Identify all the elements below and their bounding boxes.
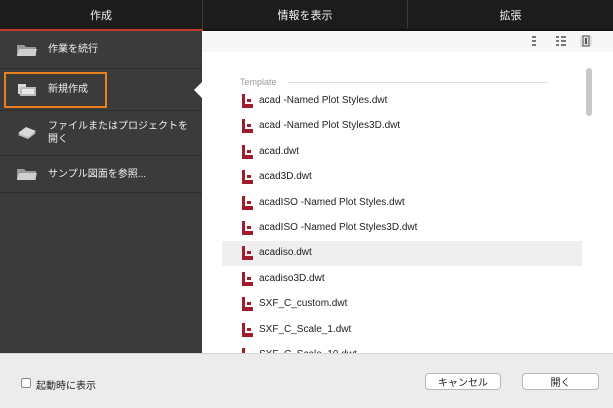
footer-bar: 起動時に表示 キャンセル 開く	[0, 353, 613, 408]
file-name: acadISO -Named Plot Styles.dwt	[259, 196, 405, 208]
section-label-template: Template	[240, 77, 277, 87]
dwt-file-icon	[242, 144, 253, 159]
file-row[interactable]: acadiso3D.dwt	[222, 267, 582, 292]
template-list-panel: Template acad -Named Plot Styles.dwt acad…	[202, 31, 613, 353]
file-row[interactable]: acadISO -Named Plot Styles.dwt	[222, 191, 582, 216]
sidebar-item-open[interactable]: ファイルまたはプロジェクトを開く	[0, 111, 202, 156]
dwt-file-icon	[242, 170, 253, 185]
sidebar-item-continue[interactable]: 作業を続行	[0, 31, 202, 69]
file-name: acadiso.dwt	[259, 247, 312, 259]
view-toolbar	[202, 31, 613, 52]
file-row[interactable]: acadiso.dwt	[222, 241, 582, 267]
cancel-button-label: キャンセル	[438, 378, 488, 389]
cancel-button[interactable]: キャンセル	[425, 373, 501, 390]
tab-extend[interactable]: 拡張	[408, 0, 613, 29]
dwt-file-icon	[242, 195, 253, 210]
file-row[interactable]: acad3D.dwt	[222, 165, 582, 190]
show-on-startup-checkbox[interactable]	[21, 378, 31, 388]
file-row[interactable]: SXF_C_custom.dwt	[222, 292, 582, 317]
scrollbar[interactable]	[586, 68, 592, 116]
sidebar-item-label: 新規作成	[48, 84, 88, 95]
file-name: acad -Named Plot Styles3D.dwt	[259, 120, 401, 132]
tab-info[interactable]: 情報を表示	[203, 0, 408, 29]
dwt-file-icon	[242, 119, 253, 134]
dwt-file-icon	[242, 94, 253, 108]
file-name: acad.dwt	[259, 145, 300, 157]
file-row[interactable]: acad -Named Plot Styles3D.dwt	[222, 114, 582, 139]
file-row[interactable]: acadISO -Named Plot Styles3D.dwt	[222, 216, 582, 241]
dwt-file-icon	[242, 246, 253, 261]
file-name: SXF_C_Scale_1.dwt	[259, 323, 352, 335]
open-button-label: 開く	[550, 378, 571, 389]
folder-icon	[17, 169, 37, 180]
file-row[interactable]: acad.dwt	[222, 140, 582, 165]
grid-view-icon[interactable]	[528, 35, 540, 47]
open-button[interactable]: 開く	[522, 373, 599, 390]
file-name: SXF_C_custom.dwt	[259, 298, 348, 310]
file-name: acadiso3D.dwt	[259, 272, 325, 284]
detail-view-icon[interactable]	[580, 35, 592, 47]
dwt-file-icon	[242, 271, 253, 286]
tab-create-label: 作成	[90, 9, 112, 22]
dwt-file-icon	[242, 322, 253, 337]
show-on-startup-label: 起動時に表示	[36, 381, 96, 392]
tab-info-label: 情報を表示	[277, 9, 333, 22]
open-files-icon	[18, 127, 36, 139]
sidebar-item-samples[interactable]: サンプル図面を参照...	[0, 156, 202, 193]
list-view-icon[interactable]	[555, 35, 567, 47]
top-tab-bar: 作成 情報を表示 拡張	[0, 0, 613, 31]
sidebar: 作業を続行 新規作成 ファイルまたはプロジェクトを開く サンプル図面を参照...	[0, 31, 202, 353]
section-divider	[288, 82, 548, 83]
folder-icon	[17, 44, 37, 56]
file-name: acad -Named Plot Styles.dwt	[259, 95, 388, 106]
file-row[interactable]: SXF_C_Scale_10.dwt	[222, 343, 582, 353]
sidebar-item-label: ファイルまたはプロジェクトを開く	[48, 121, 188, 145]
file-row[interactable]: acad -Named Plot Styles.dwt	[222, 89, 582, 114]
tab-extend-label: 拡張	[499, 9, 522, 22]
file-name: acadISO -Named Plot Styles3D.dwt	[259, 222, 418, 233]
file-row[interactable]: SXF_C_Scale_1.dwt	[222, 318, 582, 343]
sidebar-item-label: サンプル図面を参照...	[48, 168, 147, 180]
dwt-file-icon	[242, 297, 253, 312]
new-drawing-icon	[18, 83, 36, 96]
sidebar-item-label: 作業を続行	[48, 44, 98, 55]
tab-create[interactable]: 作成	[0, 0, 203, 29]
dwt-file-icon	[242, 221, 253, 235]
sidebar-item-new[interactable]: 新規作成	[0, 69, 202, 111]
file-name: acad3D.dwt	[259, 171, 312, 183]
selected-arrow-icon	[194, 82, 202, 98]
